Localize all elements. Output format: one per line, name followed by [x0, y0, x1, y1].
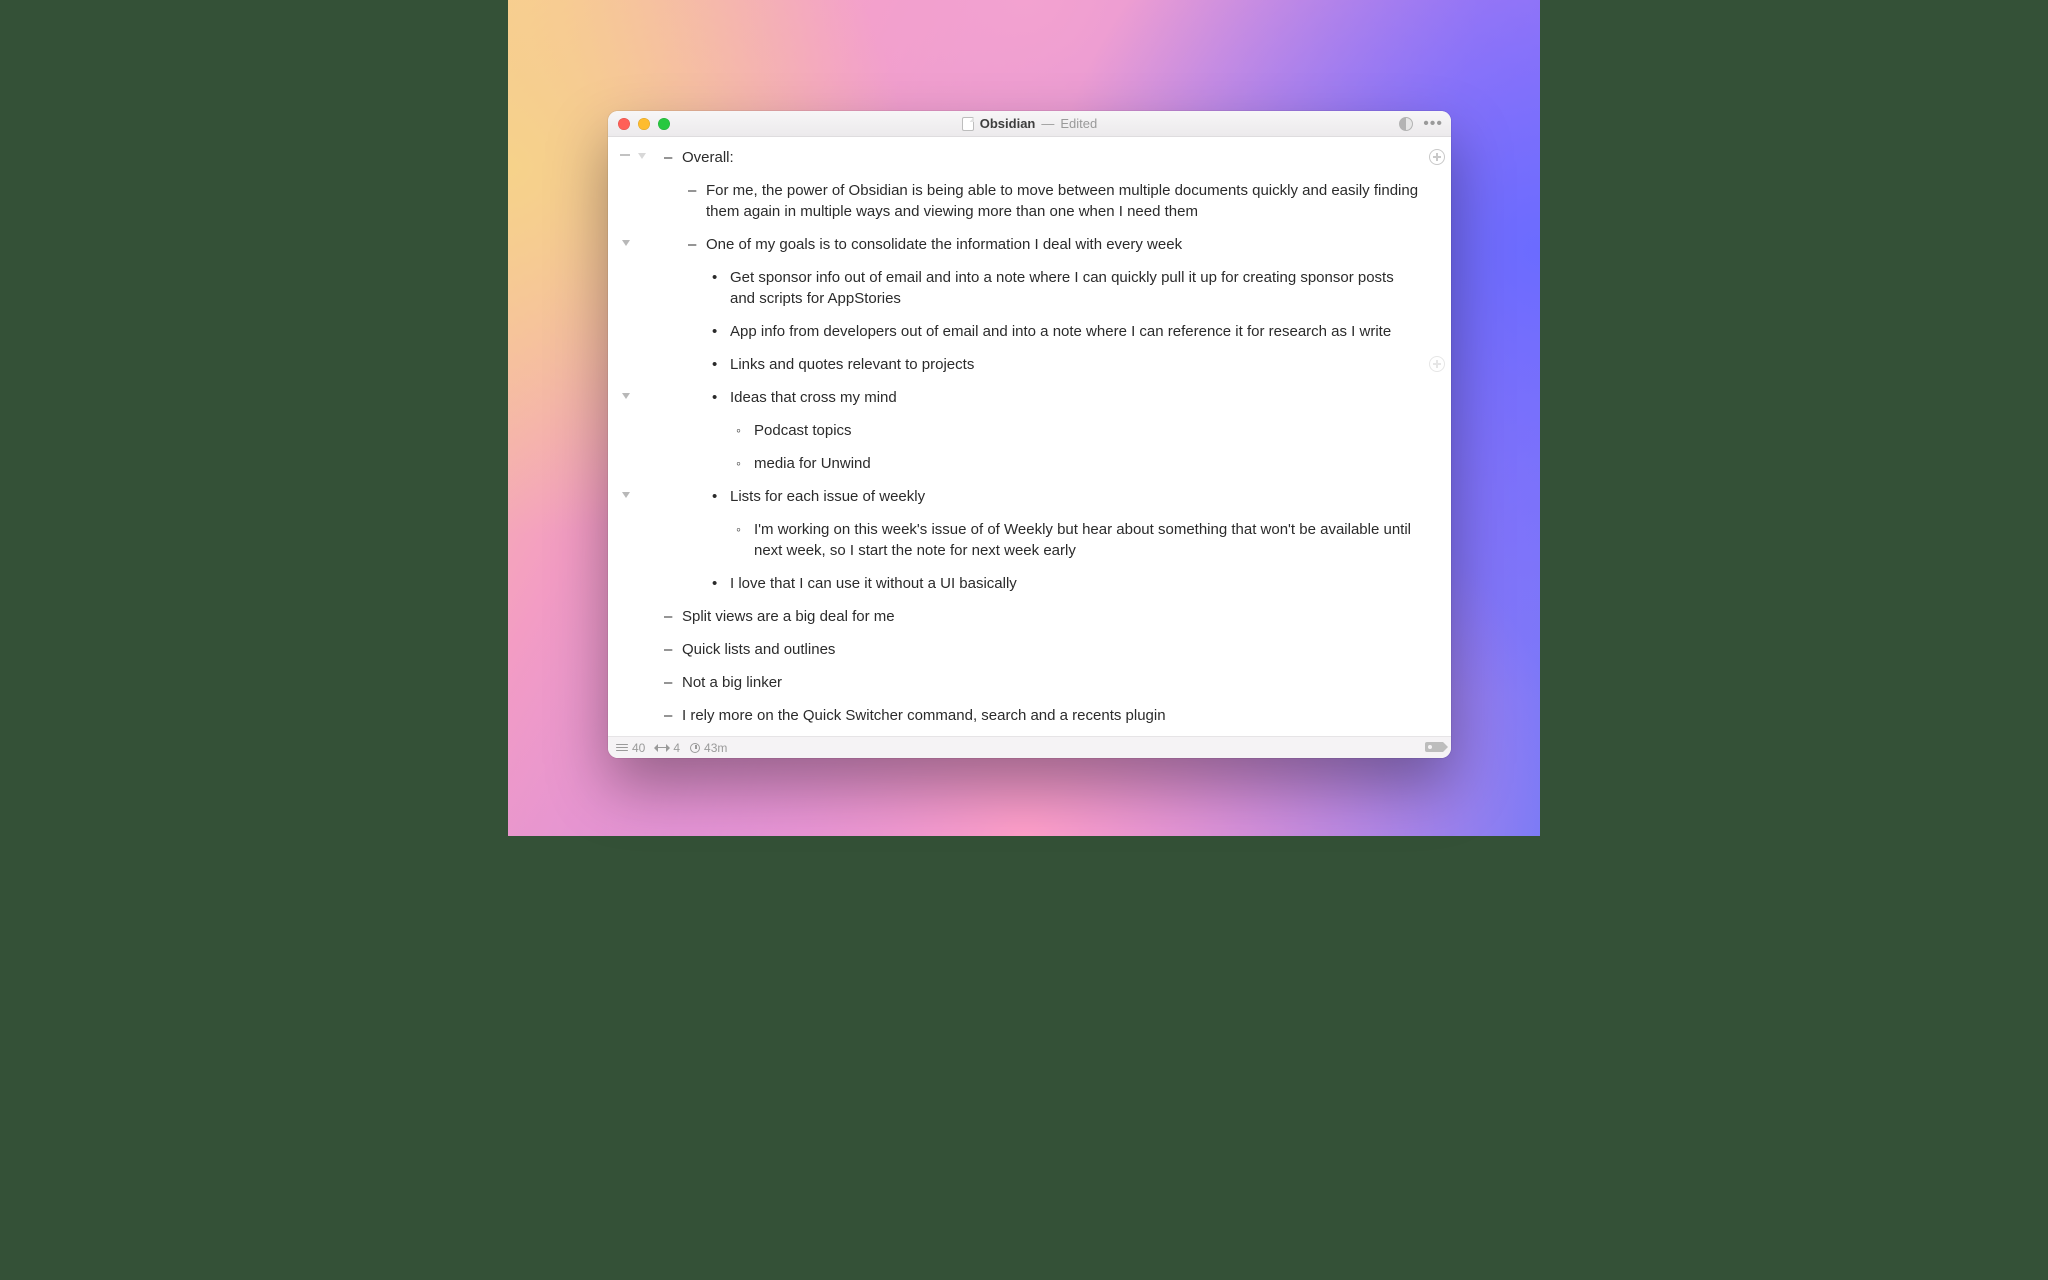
tag-icon[interactable] [1425, 742, 1443, 752]
outline-row[interactable]: Get sponsor info out of email and into a… [620, 267, 1427, 309]
circ-bullet-icon [736, 519, 754, 540]
editor-content[interactable]: Overall: For me, the power of Obsidian is… [608, 137, 1451, 736]
row-gutter [620, 453, 664, 456]
dash-bullet-icon [664, 606, 682, 627]
app-window: Obsidian — Edited ••• Overall: For me, th… [608, 111, 1451, 758]
row-gutter [620, 180, 664, 183]
disc-bullet-icon [712, 387, 730, 408]
row-gutter [620, 420, 664, 423]
row-gutter [620, 573, 664, 576]
circ-bullet-icon [736, 420, 754, 441]
outline-row[interactable]: Podcast topics [620, 420, 1427, 441]
zoom-button[interactable] [658, 118, 670, 130]
outline-row[interactable]: Overall: [620, 147, 1427, 168]
stat-time[interactable]: 43m [690, 741, 727, 755]
statusbar: 40 4 43m [608, 736, 1451, 758]
outline-row[interactable]: App info from developers out of email an… [620, 321, 1427, 342]
disc-bullet-icon [712, 573, 730, 594]
row-gutter [620, 639, 664, 642]
stat-rows-value: 40 [632, 741, 645, 755]
outline-row[interactable]: Not a big linker [620, 672, 1427, 693]
dash-bullet-icon [664, 705, 682, 726]
document-status: Edited [1060, 116, 1097, 131]
add-row-button[interactable] [1429, 149, 1445, 165]
disc-bullet-icon [712, 267, 730, 288]
row-text[interactable]: Ideas that cross my mind [730, 387, 1427, 408]
row-text[interactable]: Links and quotes relevant to projects [730, 354, 1427, 375]
outline-row[interactable]: Lists for each issue of weekly [620, 486, 1427, 507]
collapse-chevron-icon[interactable] [622, 492, 630, 498]
dash-bullet-icon [664, 672, 682, 693]
dash-bullet-icon [688, 234, 706, 255]
collapse-chevron-icon[interactable] [622, 393, 630, 399]
row-text[interactable]: Podcast topics [754, 420, 1427, 441]
row-text[interactable]: Get sponsor info out of email and into a… [730, 267, 1427, 309]
minimize-button[interactable] [638, 118, 650, 130]
title-separator: — [1041, 116, 1054, 131]
dash-bullet-icon [664, 639, 682, 660]
outline-row[interactable]: I'm working on this week's issue of of W… [620, 519, 1427, 561]
add-row-button[interactable] [1429, 356, 1445, 372]
stat-depth[interactable]: 4 [655, 741, 680, 755]
outline-row[interactable]: I love that I can use it without a UI ba… [620, 573, 1427, 594]
row-text[interactable]: Not a big linker [682, 672, 1427, 693]
row-gutter [620, 519, 664, 522]
outline-row[interactable]: One of my goals is to consolidate the in… [620, 234, 1427, 255]
appearance-toggle-icon[interactable] [1399, 117, 1413, 131]
row-gutter [620, 354, 664, 357]
outline-row[interactable]: Ideas that cross my mind [620, 387, 1427, 408]
row-text[interactable]: Split views are a big deal for me [682, 606, 1427, 627]
row-text[interactable]: App info from developers out of email an… [730, 321, 1427, 342]
titlebar: Obsidian — Edited ••• [608, 111, 1451, 137]
outline-row[interactable]: I rely more on the Quick Switcher comman… [620, 705, 1427, 726]
collapse-chevron-icon[interactable] [622, 240, 630, 246]
dash-bullet-icon [664, 147, 682, 168]
row-text[interactable]: I rely more on the Quick Switcher comman… [682, 705, 1427, 726]
row-gutter [620, 387, 664, 399]
document-title: Obsidian [980, 116, 1036, 131]
collapse-chevron-icon[interactable] [638, 153, 646, 159]
stat-depth-value: 4 [673, 741, 680, 755]
circ-bullet-icon [736, 453, 754, 474]
row-gutter [620, 147, 664, 160]
depth-icon [655, 744, 669, 752]
row-text[interactable]: For me, the power of Obsidian is being a… [706, 180, 1427, 222]
outline-row[interactable]: Links and quotes relevant to projects [620, 354, 1427, 375]
row-gutter [620, 672, 664, 675]
row-text[interactable]: Quick lists and outlines [682, 639, 1427, 660]
disc-bullet-icon [712, 486, 730, 507]
more-menu-icon[interactable]: ••• [1423, 116, 1443, 132]
row-gutter [620, 321, 664, 324]
focus-icon[interactable] [620, 150, 630, 160]
stat-rows[interactable]: 40 [616, 741, 645, 755]
row-gutter [620, 267, 664, 270]
window-controls [618, 118, 670, 130]
outline-row[interactable]: Quick lists and outlines [620, 639, 1427, 660]
outline-row[interactable]: Split views are a big deal for me [620, 606, 1427, 627]
row-text[interactable]: Lists for each issue of weekly [730, 486, 1427, 507]
row-gutter [620, 486, 664, 498]
row-text[interactable]: I love that I can use it without a UI ba… [730, 573, 1427, 594]
disc-bullet-icon [712, 321, 730, 342]
row-gutter [620, 705, 664, 708]
outline-row[interactable]: media for Unwind [620, 453, 1427, 474]
clock-icon [690, 743, 700, 753]
row-gutter [620, 606, 664, 609]
stat-time-value: 43m [704, 741, 727, 755]
row-text[interactable]: One of my goals is to consolidate the in… [706, 234, 1427, 255]
dash-bullet-icon [688, 180, 706, 201]
outline-row[interactable]: For me, the power of Obsidian is being a… [620, 180, 1427, 222]
close-button[interactable] [618, 118, 630, 130]
row-text[interactable]: media for Unwind [754, 453, 1427, 474]
row-text[interactable]: Overall: [682, 147, 1427, 168]
disc-bullet-icon [712, 354, 730, 375]
document-icon [962, 117, 974, 131]
desktop-wallpaper: Obsidian — Edited ••• Overall: For me, th… [508, 0, 1540, 836]
lines-icon [616, 742, 628, 753]
row-gutter [620, 234, 664, 246]
row-text[interactable]: I'm working on this week's issue of of W… [754, 519, 1427, 561]
